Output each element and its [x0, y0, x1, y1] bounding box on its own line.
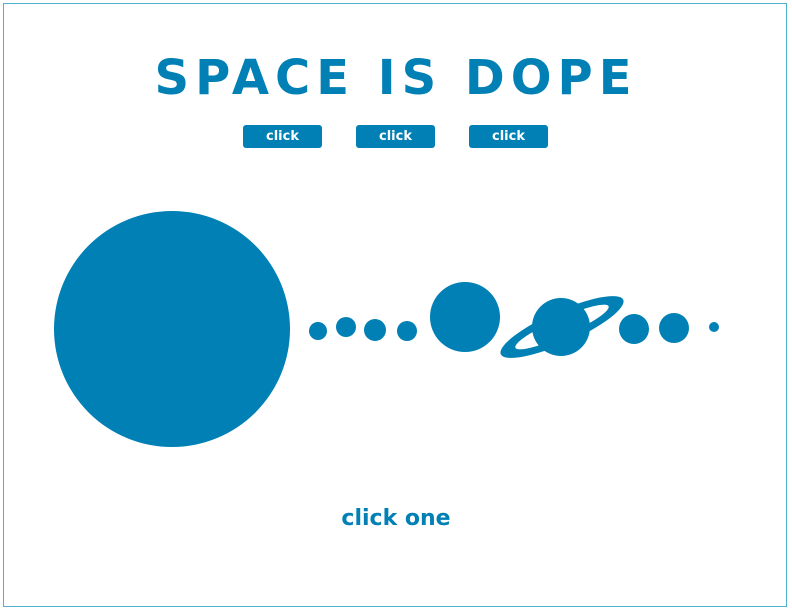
planet-mercury[interactable]	[309, 322, 327, 340]
saturn-body	[532, 298, 590, 356]
planet-pluto[interactable]	[709, 322, 719, 332]
planet-saturn[interactable]	[494, 285, 629, 369]
planet-uranus[interactable]	[619, 314, 649, 344]
planet-jupiter[interactable]	[430, 282, 500, 352]
planet-earth[interactable]	[364, 319, 386, 341]
instruction-text: click one	[341, 506, 451, 531]
planet-mars[interactable]	[397, 321, 417, 341]
planet-neptune[interactable]	[659, 313, 689, 343]
sun[interactable]	[54, 211, 290, 447]
planet-venus[interactable]	[336, 317, 356, 337]
